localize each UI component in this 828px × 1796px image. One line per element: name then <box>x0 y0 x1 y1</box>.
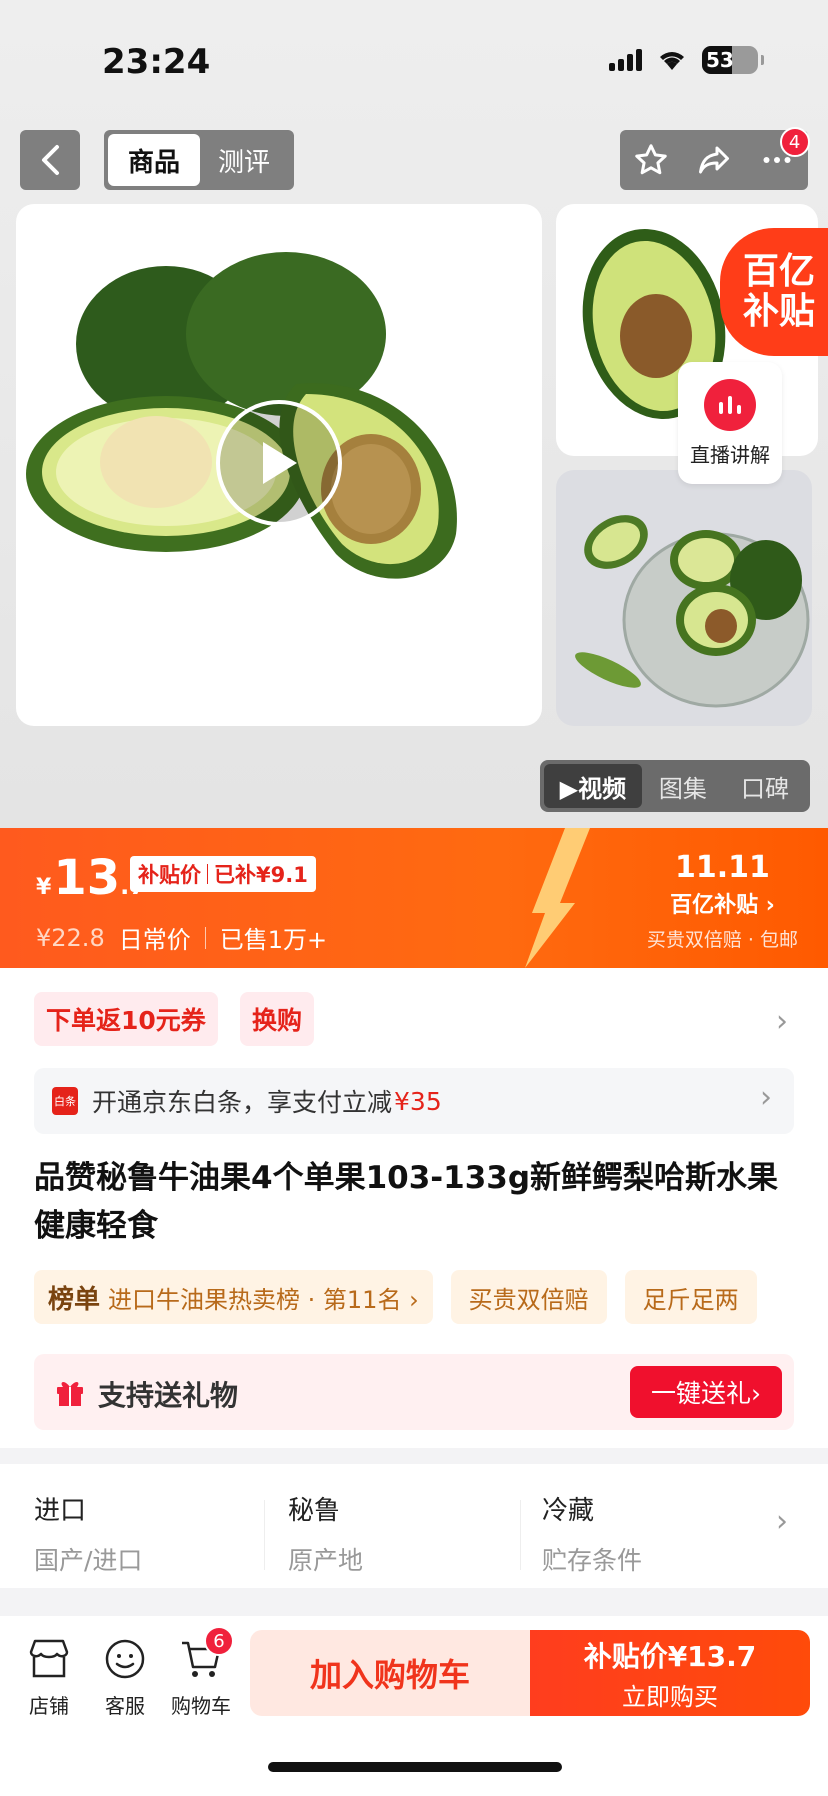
play-video-button[interactable] <box>216 400 342 526</box>
baitiao-text: 开通京东白条，享支付立减 <box>92 1088 393 1117</box>
ranking-text: 进口牛油果热卖榜 · 第11名 › <box>108 1285 419 1314</box>
attribute-key: 原产地 <box>288 1546 364 1575</box>
baitiao-amount: ¥35 <box>394 1086 442 1116</box>
full-weight-tag[interactable]: 足斤足两 <box>624 1270 757 1324</box>
buy-now-label: 立即购买 <box>622 1682 718 1711</box>
attribute-value: 冷藏 <box>542 1496 595 1526</box>
guarantee-tag[interactable]: 买贵双倍赔 <box>450 1270 607 1324</box>
live-explain-button[interactable]: 直播讲解 <box>678 362 782 484</box>
back-button[interactable] <box>20 130 80 190</box>
share-icon <box>698 146 729 174</box>
subsidy-line-2: 补贴 <box>742 291 815 332</box>
gift-support-bar: 支持送礼物 一键送礼› <box>34 1354 794 1430</box>
price-integer: 13 <box>53 850 121 906</box>
customer-service-icon <box>102 1636 148 1682</box>
attribute-origin: 秘鲁 原产地 <box>288 1490 518 1577</box>
media-tab-video[interactable]: ▶视频 <box>544 764 642 808</box>
gift-label: 支持送礼物 <box>98 1379 239 1412</box>
media-tab-gallery[interactable]: 图集 <box>642 764 724 808</box>
baitiao-offer[interactable]: 白条 开通京东白条，享支付立减 ¥35 › <box>34 1068 794 1134</box>
attribute-key: 国产/进口 <box>34 1546 143 1575</box>
nav-actions: 4 <box>620 127 810 190</box>
service-button[interactable]: 客服 <box>90 1636 160 1719</box>
lightning-decoration <box>525 828 590 968</box>
product-gallery: 23:24 53 商品 测评 4 百亿 补贴 直播讲解 ▶视频 图集 口碑 <box>0 0 828 828</box>
media-tab-reviews[interactable]: 口碑 <box>724 764 806 808</box>
add-to-cart-button[interactable]: 加入购物车 <box>250 1630 530 1716</box>
more-button[interactable]: 4 <box>752 127 810 185</box>
store-icon <box>26 1636 72 1682</box>
attribute-storage: 冷藏 贮存条件 <box>542 1490 772 1577</box>
billion-subsidy-badge[interactable]: 百亿 补贴 <box>720 228 828 356</box>
tags-row: 榜单 进口牛油果热卖榜 · 第11名 › 买贵双倍赔 足斤足两 <box>34 1270 757 1324</box>
send-gift-button[interactable]: 一键送礼› <box>630 1366 782 1418</box>
thumbnail-image-2[interactable] <box>556 470 812 726</box>
cart-button[interactable]: 6 购物车 <box>166 1626 236 1719</box>
cart-label: 购物车 <box>171 1694 231 1718</box>
attribute-value: 进口 <box>34 1496 87 1526</box>
price-currency: ¥ <box>36 875 52 900</box>
sold-count: 已售1万+ <box>219 926 328 954</box>
attribute-value: 秘鲁 <box>288 1496 341 1526</box>
status-bar: 23:24 53 <box>0 30 828 90</box>
promo-subsidy-link: 百亿补贴 › <box>670 893 775 918</box>
wifi-icon <box>660 52 684 70</box>
buy-price: 补贴价¥13.7 <box>583 1639 757 1673</box>
tab-product[interactable]: 商品 <box>108 134 200 186</box>
chevron-right-icon[interactable]: › <box>776 1004 788 1039</box>
attribute-key: 贮存条件 <box>542 1546 643 1575</box>
star-icon <box>635 144 668 175</box>
store-button[interactable]: 店铺 <box>14 1636 84 1719</box>
exchange-chip[interactable]: 换购 <box>240 992 315 1046</box>
subsidy-amount: 已补¥9.1 <box>214 863 308 887</box>
live-label: 直播讲解 <box>690 442 770 467</box>
media-tabs: ▶视频 图集 口碑 <box>540 760 810 812</box>
battery-icon: 53 <box>702 46 764 74</box>
product-info-card: 下单返10元券 换购 › 白条 开通京东白条，享支付立减 ¥35 › 品赞秘鲁牛… <box>0 968 828 1448</box>
ranking-tag[interactable]: 榜单 进口牛油果热卖榜 · 第11名 › <box>34 1270 433 1324</box>
attribute-origin-type: 进口 国产/进口 <box>34 1490 264 1577</box>
status-icons: 53 <box>609 46 764 74</box>
promo-note: 买贵双倍赔 · 包邮 <box>646 929 798 951</box>
main-product-image[interactable] <box>16 204 542 726</box>
battery-level: 53 <box>706 48 734 72</box>
price-banner: ¥ 13 .7 补贴价 已补¥9.1 ¥22.8 日常价 已售1万+ 11.11… <box>0 828 828 968</box>
original-price: ¥22.8 <box>36 923 105 952</box>
double-11-promo[interactable]: 11.11 百亿补贴 › 买贵双倍赔 · 包邮 <box>647 850 798 952</box>
share-button[interactable] <box>689 135 739 185</box>
signal-icon <box>609 49 642 71</box>
ranking-label: 榜单 <box>48 1284 101 1315</box>
subsidy-line-1: 百亿 <box>742 251 815 292</box>
product-attributes[interactable]: 进口 国产/进口 秘鲁 原产地 冷藏 贮存条件 › <box>0 1464 828 1588</box>
buy-now-button[interactable]: 补贴价¥13.7 立即购买 <box>530 1630 810 1716</box>
home-indicator[interactable] <box>268 1762 562 1772</box>
avocado-plate-image <box>575 515 810 708</box>
chevron-right-icon: › <box>776 1504 788 1539</box>
subsidy-price-label: 补贴价 <box>138 863 201 887</box>
status-time: 23:24 <box>102 42 211 82</box>
favorite-button[interactable] <box>626 135 676 185</box>
play-icon <box>263 442 297 484</box>
coupon-chip[interactable]: 下单返10元券 <box>34 992 218 1046</box>
notification-badge: 4 <box>779 127 810 157</box>
price-details: ¥22.8 日常价 已售1万+ <box>36 920 327 955</box>
baitiao-icon: 白条 <box>52 1087 78 1115</box>
cart-icon: 6 <box>178 1626 234 1682</box>
subsidy-price-tag: 补贴价 已补¥9.1 <box>130 856 316 892</box>
chevron-right-icon: › <box>760 1080 772 1115</box>
daily-price-label: 日常价 <box>118 926 191 954</box>
product-title: 品赞秘鲁牛油果4个单果103-133g新鲜鳄梨哈斯水果健康轻食 <box>34 1160 779 1244</box>
cart-count-badge: 6 <box>204 1626 234 1656</box>
tab-review[interactable]: 测评 <box>200 134 288 186</box>
chevron-left-icon <box>42 145 59 175</box>
gift-icon <box>57 1382 83 1406</box>
nav-tabs: 商品 测评 <box>104 130 294 190</box>
service-label: 客服 <box>105 1694 145 1718</box>
promo-11-label: 11.11 <box>674 850 770 885</box>
live-icon <box>704 378 756 431</box>
store-label: 店铺 <box>29 1694 69 1718</box>
